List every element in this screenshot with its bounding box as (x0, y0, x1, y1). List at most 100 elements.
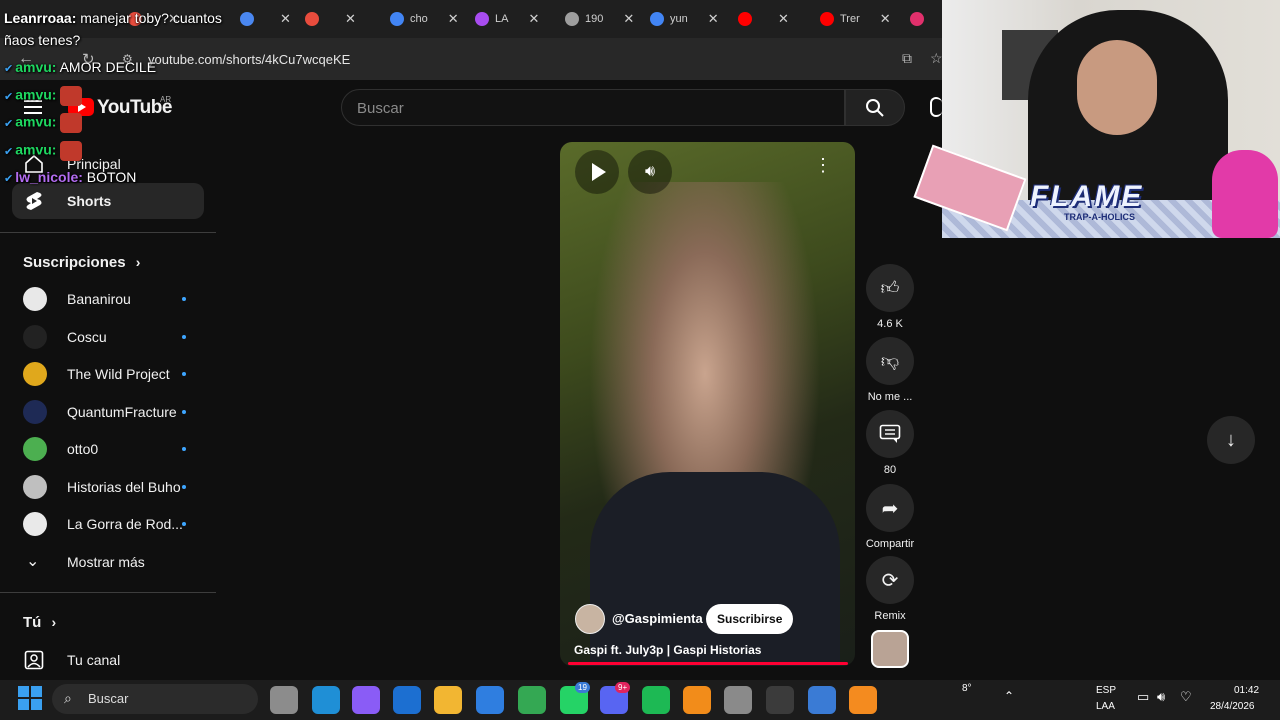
sidebar-label-your-channel: Tu canal (67, 652, 121, 668)
you-header[interactable]: Tú › (23, 614, 56, 631)
thumbs-up-icon: 👍︎ (880, 278, 900, 298)
like-action[interactable]: 👍︎ 4.6 K (866, 264, 914, 330)
remix-button[interactable]: ⟳ (866, 556, 914, 604)
subscription-item[interactable]: Bananirou (12, 281, 204, 317)
copilot-icon[interactable] (352, 686, 380, 714)
share-action[interactable]: ➦ Compartir (866, 484, 914, 550)
chat-username: Leanrroaa: (4, 10, 77, 26)
tab-close-icon[interactable]: ✕ (345, 11, 356, 27)
channel-handle[interactable]: @Gaspimienta (612, 611, 703, 626)
search-input[interactable]: Buscar (341, 89, 845, 126)
short-video-player[interactable]: 🔊︎ ⋮ @Gaspimienta Suscribirse Gaspi ft. … (560, 142, 855, 666)
clock-date[interactable]: 28/4/2026 (1210, 701, 1255, 712)
tab-close-icon[interactable]: ✕ (880, 11, 891, 27)
volume-button[interactable]: 🔊︎ (628, 150, 672, 194)
browser-tab[interactable]: ✕ (738, 8, 789, 30)
notification-badge: 9+ (615, 682, 631, 693)
remix-action[interactable]: ⟳ Remix (866, 556, 914, 622)
share-label: Compartir (865, 538, 915, 550)
subscription-item[interactable]: Coscu (12, 319, 204, 355)
more-options-icon[interactable]: ⋮ (814, 156, 832, 174)
tab-close-icon[interactable]: ✕ (708, 11, 719, 27)
streamer-face (1077, 40, 1157, 135)
tab-close-icon[interactable]: ✕ (280, 11, 291, 27)
voice-search-icon[interactable] (930, 97, 942, 117)
comments-action[interactable]: 80 (866, 410, 914, 476)
ccleaner-icon[interactable] (808, 686, 836, 714)
subscribe-button[interactable]: Suscribirse (706, 604, 794, 634)
keyboard-layout[interactable]: LAA (1096, 701, 1115, 712)
browser-tab[interactable]: Trer ✕ (820, 8, 891, 30)
sidebar-item-your-channel[interactable]: Tu canal (12, 642, 204, 678)
short-title[interactable]: Gaspi ft. July3p | Gaspi Historias (574, 643, 761, 657)
outlook-icon[interactable] (393, 686, 421, 714)
taskbar-search[interactable]: ⌕ Buscar (52, 684, 258, 714)
weather-temp[interactable]: 8° (962, 683, 972, 694)
url-text[interactable]: youtube.com/shorts/4kCu7wcqeKE (148, 52, 350, 67)
subscriptions-header[interactable]: Suscripciones › (23, 254, 140, 271)
fl-studio-icon[interactable] (683, 686, 711, 714)
new-content-dot (182, 447, 186, 451)
chrome-icon[interactable] (518, 686, 546, 714)
taskview-icon[interactable] (270, 686, 298, 714)
battery-icon[interactable]: ♡ (1180, 689, 1192, 705)
sound-thumbnail[interactable] (871, 630, 909, 668)
next-short-button[interactable]: ↓ (1207, 416, 1255, 464)
show-more-button[interactable]: ⌄ Mostrar más (12, 544, 204, 580)
dislike-action[interactable]: 👎︎ No me ... (866, 337, 914, 403)
settings-icon[interactable] (724, 686, 752, 714)
channel-avatar[interactable] (575, 604, 605, 634)
browser-tab[interactable]: LA ✕ (475, 8, 539, 30)
channel-avatar (23, 287, 47, 311)
language-code[interactable]: ESP (1096, 685, 1116, 696)
tab-close-icon[interactable]: ✕ (778, 11, 789, 27)
tab-close-icon[interactable]: ✕ (528, 11, 539, 27)
spotify-icon[interactable] (642, 686, 670, 714)
sidebar-item-shorts[interactable]: Shorts (12, 183, 204, 219)
browser-tab[interactable]: ✕ (305, 8, 356, 30)
like-button[interactable]: 👍︎ (866, 264, 914, 312)
browser-tab[interactable] (910, 8, 930, 30)
subscription-item[interactable]: La Gorra de Rod... (12, 506, 204, 542)
browser-tab[interactable]: yun ✕ (650, 8, 719, 30)
subscription-item[interactable]: Historias del Buho (12, 469, 204, 505)
browser-tab[interactable]: cho ✕ (390, 8, 459, 30)
file-explorer-icon[interactable] (434, 686, 462, 714)
browser-tab[interactable]: 190 ✕ (565, 8, 634, 30)
chat-text: manejar toby? cuantos (76, 10, 222, 26)
thumbs-down-icon: 👎︎ (880, 351, 900, 371)
chat-badge-icon: ✔ (4, 90, 14, 103)
search-button[interactable] (845, 89, 905, 126)
subscription-item[interactable]: QuantumFracture (12, 394, 204, 430)
search-placeholder: Buscar (357, 100, 404, 117)
progress-bar[interactable] (568, 662, 848, 665)
subscription-item[interactable]: otto0 (12, 431, 204, 467)
browser-tab[interactable]: ✕ (240, 8, 291, 30)
tab-close-icon[interactable]: ✕ (448, 11, 459, 27)
tab-title: yun (670, 13, 688, 25)
tab-close-icon[interactable]: ✕ (623, 11, 634, 27)
store-icon[interactable] (476, 686, 504, 714)
subscription-item[interactable]: The Wild Project (12, 356, 204, 392)
play-button[interactable] (575, 150, 619, 194)
edge-icon[interactable] (312, 686, 340, 714)
network-icon[interactable]: ▭ (1137, 689, 1149, 705)
bookmark-star-icon[interactable]: ☆ (930, 50, 943, 67)
tab-title: cho (410, 13, 428, 25)
remix-icon: ⟳ (881, 569, 899, 592)
install-app-icon[interactable]: ⧉ (902, 50, 912, 67)
clock-time[interactable]: 01:42 (1234, 685, 1259, 696)
chevron-up-icon[interactable]: ⌃ (1004, 689, 1014, 703)
chat-username: amvu: (15, 141, 57, 158)
tab-favicon-icon (305, 12, 319, 26)
vlc-icon[interactable] (849, 686, 877, 714)
dislike-button[interactable]: 👎︎ (866, 337, 914, 385)
chat-text: ñaos tenes? (4, 32, 81, 48)
chevron-down-icon: ⌄ (26, 553, 40, 570)
start-button[interactable] (18, 686, 42, 710)
search-icon: ⌕ (64, 690, 72, 706)
obs-icon[interactable] (766, 686, 794, 714)
comments-button[interactable] (866, 410, 914, 458)
volume-icon[interactable]: 🔊︎ (1157, 689, 1165, 705)
share-button[interactable]: ➦ (866, 484, 914, 532)
